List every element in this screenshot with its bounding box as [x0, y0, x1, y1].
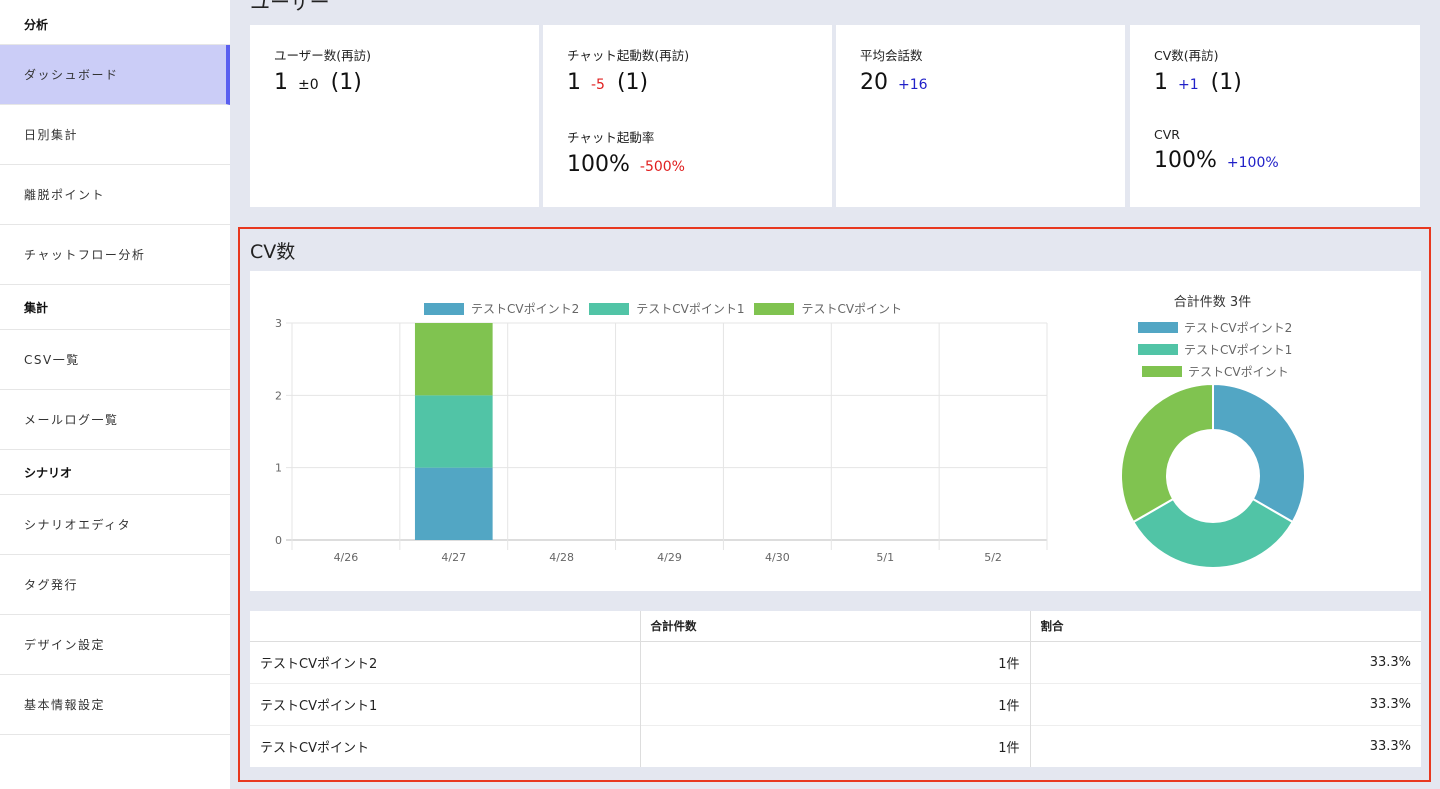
table-cell-count: 1件 — [640, 640, 1031, 683]
cv-panel: CV数 テストCVポイント2 テストCVポイント1 テストCVポイント 0 1 2 3… — [238, 227, 1431, 782]
sidebar-item-exit-points[interactable]: 離脱ポイント — [0, 165, 230, 225]
sidebar-item-design[interactable]: デザイン設定 — [0, 615, 230, 675]
bar-segment — [414, 395, 493, 468]
table-cell-count: 1件 — [640, 724, 1031, 767]
bar-segment — [414, 467, 493, 540]
stat-card-avg-talks: 平均会話数 20 +16 — [836, 25, 1125, 207]
main-content: ユーザー ユーザー数(再訪) 1 ±0 (1) チャット起動数(再訪) 1 -5… — [230, 0, 1440, 789]
cv-section-title: CV数 — [250, 241, 296, 263]
table-cell-ratio: 33.3% — [1030, 682, 1421, 725]
table-row: テストCVポイント1 1件 33.3% — [250, 682, 1421, 725]
stat-delta: ±0 — [298, 77, 319, 93]
stat-value: 100% — [1154, 148, 1217, 173]
stat-card-cv: CV数(再訪) 1 +1 (1) CVR 100% +100% — [1130, 25, 1420, 207]
stat-card-chat: チャット起動数(再訪) 1 -5 (1) チャット起動率 100% -500% — [543, 25, 832, 207]
bar-segment — [414, 323, 493, 396]
y-tick-label: 0 — [275, 534, 282, 547]
table-row: テストCVポイント2 1件 33.3% — [250, 640, 1421, 683]
table-header: 割合 — [1030, 611, 1421, 642]
legend-swatch — [1138, 344, 1178, 355]
sidebar-section-analysis: 分析 — [0, 0, 230, 45]
table-header-row: 合計件数 割合 — [250, 611, 1421, 642]
stat-label: CV数(再訪) — [1154, 48, 1219, 63]
stat-label: 平均会話数 — [860, 48, 923, 63]
x-tick-label: 5/2 — [984, 551, 1002, 564]
sidebar-item-tag[interactable]: タグ発行 — [0, 555, 230, 615]
legend-swatch — [1138, 322, 1178, 333]
sidebar-item-daily[interactable]: 日別集計 — [0, 105, 230, 165]
stat-label: チャット起動数(再訪) — [567, 48, 690, 63]
stat-delta: +1 — [1178, 77, 1199, 93]
chart-box: テストCVポイント2 テストCVポイント1 テストCVポイント 0 1 2 3 4/26… — [250, 271, 1421, 591]
page-title: ユーザー — [250, 0, 330, 14]
x-tick-label: 4/28 — [549, 551, 574, 564]
legend-label: テストCVポイント2 — [1184, 321, 1293, 335]
bar-chart: 0 1 2 3 4/26 4/27 4/28 4/29 4/30 5/1 5/2 — [275, 317, 1048, 564]
sidebar-item-maillog[interactable]: メールログ一覧 — [0, 390, 230, 450]
stat-value: 1 — [274, 70, 288, 95]
y-tick-label: 3 — [275, 317, 282, 330]
stat-delta: -5 — [591, 77, 605, 93]
x-tick-label: 4/29 — [657, 551, 682, 564]
stat-value: 100% — [567, 152, 630, 177]
sidebar-item-chatflow[interactable]: チャットフロー分析 — [0, 225, 230, 285]
donut-slice — [1120, 382, 1214, 524]
stat-value: 20 — [860, 70, 888, 95]
table-cell-name: テストCVポイント2 — [250, 640, 641, 683]
stat-delta: -500% — [639, 159, 685, 175]
table-cell-count: 1件 — [640, 682, 1031, 725]
stat-value: 1 — [567, 70, 581, 95]
stat-revisit: (1) — [330, 70, 362, 95]
donut-chart — [1120, 382, 1306, 569]
sidebar-item-scenario-editor[interactable]: シナリオエディタ — [0, 495, 230, 555]
cv-table: 合計件数 割合 テストCVポイント2 1件 33.3% テストCVポイント1 1… — [250, 611, 1421, 767]
legend-label: テストCVポイント1 — [1184, 343, 1293, 357]
donut-slice — [1212, 382, 1306, 524]
stat-label: CVR — [1154, 127, 1180, 142]
x-tick-label: 5/1 — [876, 551, 894, 564]
table-cell-name: テストCVポイント1 — [250, 682, 641, 725]
sidebar-item-csv[interactable]: CSV一覧 — [0, 330, 230, 390]
donut-title: 合計件数 3件 — [1173, 295, 1252, 310]
sidebar-item-basic-info[interactable]: 基本情報設定 — [0, 675, 230, 735]
donut-legend-item[interactable]: テストCVポイント1 — [1138, 341, 1292, 358]
x-tick-label: 4/26 — [334, 551, 359, 564]
y-tick-label: 2 — [275, 389, 282, 402]
stat-label: ユーザー数(再訪) — [274, 48, 372, 63]
y-tick-label: 1 — [275, 462, 282, 475]
stat-revisit: (1) — [1210, 70, 1242, 95]
sidebar-item-dashboard[interactable]: ダッシュボード — [0, 45, 230, 105]
stat-revisit: (1) — [616, 70, 649, 95]
sidebar-section-aggregate: 集計 — [0, 285, 230, 330]
stat-delta: +100% — [1226, 155, 1279, 171]
sidebar: 分析 ダッシュボード 日別集計 離脱ポイント チャットフロー分析 集計 CSV一… — [0, 0, 230, 789]
x-tick-label: 4/27 — [441, 551, 466, 564]
stat-value: 1 — [1154, 70, 1168, 95]
table-header: 合計件数 — [640, 611, 1031, 642]
stat-card-users: ユーザー数(再訪) 1 ±0 (1) — [250, 25, 539, 207]
table-header — [250, 611, 641, 642]
stat-delta: +16 — [898, 77, 928, 93]
stat-label: チャット起動率 — [567, 130, 655, 145]
x-tick-label: 4/30 — [765, 551, 790, 564]
table-row: テストCVポイント 1件 33.3% — [250, 724, 1421, 767]
table-cell-ratio: 33.3% — [1030, 640, 1421, 683]
table-cell-name: テストCVポイント — [250, 724, 641, 767]
table-cell-ratio: 33.3% — [1030, 724, 1421, 767]
donut-legend-item[interactable]: テストCVポイント2 — [1138, 319, 1292, 336]
sidebar-section-scenario: シナリオ — [0, 450, 230, 495]
